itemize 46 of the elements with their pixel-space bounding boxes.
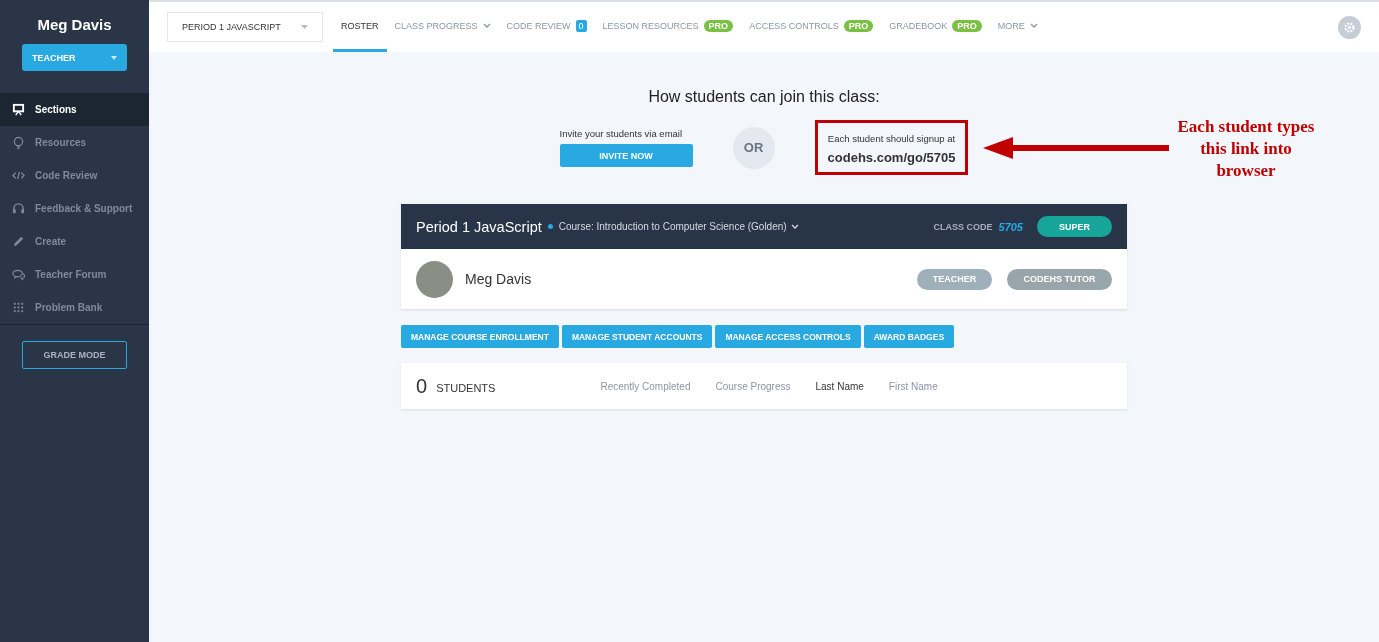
sidebar-item[interactable]: Resources xyxy=(0,126,149,159)
sidebar-item[interactable]: Sections xyxy=(0,93,149,126)
signup-text: Each student should signup at xyxy=(827,133,956,144)
nav-tab[interactable]: ROSTER xyxy=(333,2,387,52)
role-pill: CODEHS TUTOR xyxy=(1007,268,1112,290)
sidebar-item[interactable]: Create xyxy=(0,225,149,258)
course-dropdown[interactable]: Course: Introduction to Computer Science (Golden) xyxy=(558,221,799,232)
sort-link[interactable]: Last Name xyxy=(815,380,864,392)
count-badge: 0 xyxy=(575,19,587,32)
teacher-name: Meg Davis xyxy=(465,271,533,287)
class-name: Period 1 JavaScript xyxy=(416,218,542,235)
class-code: 5705 xyxy=(998,220,1023,233)
nav-tab[interactable]: ACCESS CONTROLS PRO xyxy=(741,2,882,52)
student-count: 0 xyxy=(416,374,428,398)
class-code-label: CLASS CODE xyxy=(933,221,993,232)
action-button[interactable]: MANAGE COURSE ENROLLMENT xyxy=(401,325,559,348)
section-dropdown[interactable]: PERIOD 1 JAVASCRIPT xyxy=(167,12,323,42)
action-button[interactable]: MANAGE ACCESS CONTROLS xyxy=(715,325,861,348)
action-button[interactable]: AWARD BADGES xyxy=(863,325,955,348)
nav-tab[interactable]: GRADEBOOK PRO xyxy=(881,2,990,52)
sort-link[interactable]: Recently Completed xyxy=(600,380,691,392)
invite-text: Invite your students via email xyxy=(559,128,684,139)
nav-tab[interactable]: MORE xyxy=(989,2,1046,52)
nav-tab[interactable]: CLASS PROGRESS xyxy=(386,2,499,52)
grade-mode-button[interactable]: GRADE MODE xyxy=(22,341,127,369)
pro-badge: PRO xyxy=(843,19,874,32)
sort-link[interactable]: First Name xyxy=(888,380,938,392)
sort-link[interactable]: Course Progress xyxy=(715,380,791,392)
or-badge: OR xyxy=(732,126,775,169)
plan-button[interactable]: SUPER xyxy=(1037,216,1112,237)
annotation-text: Each student types this link into browser xyxy=(1176,116,1316,182)
pro-badge: PRO xyxy=(703,19,734,32)
nav-tab[interactable]: CODE REVIEW 0 xyxy=(498,2,595,52)
nav-tab[interactable]: LESSON RESOURCES PRO xyxy=(594,2,742,52)
students-label: STUDENTS xyxy=(436,382,496,394)
sidebar-item[interactable]: Problem Bank xyxy=(0,291,149,324)
role-pill: TEACHER xyxy=(917,268,992,290)
sidebar-item[interactable]: Teacher Forum xyxy=(0,258,149,291)
sidebar-item[interactable]: Feedback & Support xyxy=(0,192,149,225)
join-heading: How students can join this class: xyxy=(648,88,880,106)
pro-badge: PRO xyxy=(952,19,982,32)
sidebar-item[interactable]: Code Review xyxy=(0,159,149,192)
invite-now-button[interactable]: INVITE NOW xyxy=(559,144,693,167)
action-button[interactable]: MANAGE STUDENT ACCOUNTS xyxy=(561,325,713,348)
role-dropdown[interactable]: TEACHER xyxy=(22,44,127,71)
user-name: Meg Davis xyxy=(36,16,113,33)
